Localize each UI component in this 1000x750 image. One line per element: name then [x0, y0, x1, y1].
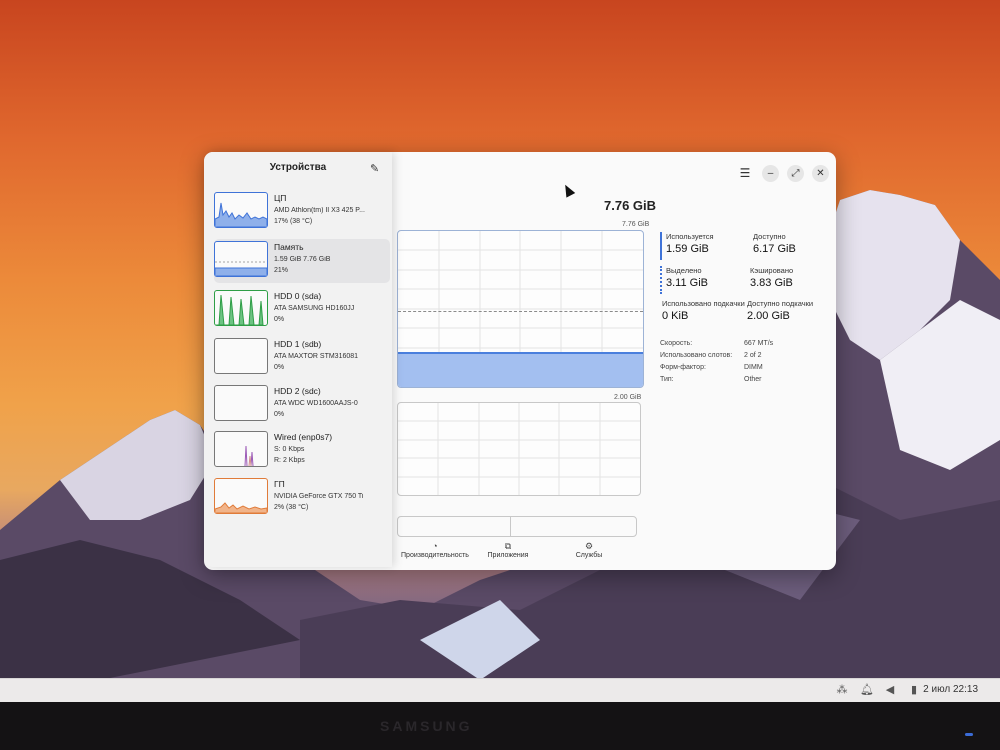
memory-sparkline [214, 241, 268, 277]
sidebar-item-gpu[interactable]: ГП NVIDIA GeForce GTX 750 Ti 2% (38 °C) [214, 476, 390, 520]
sidebar-item-hdd2[interactable]: HDD 2 (sdc) ATA WDC WD1600AAJS-0 0% [214, 383, 390, 427]
allocated-value: 3.11 GiB [666, 277, 708, 289]
devices-sidebar: Устройства ✎ ЦП AMD Athlon(tm) II X3 425… [204, 152, 392, 567]
swap-graph-grid [398, 403, 640, 495]
pencil-icon[interactable]: ✎ [370, 162, 379, 175]
memory-name: Память [274, 242, 304, 252]
slots-key: Использовано слотов: [660, 352, 733, 359]
cpu-sparkline [214, 192, 268, 228]
available-label: Доступно [753, 232, 786, 241]
available-value: 6.17 GiB [753, 243, 796, 255]
gpu-usage: 2% (38 °C) [274, 504, 309, 511]
memory-usage: 21% [274, 267, 289, 274]
swap-available-value: 2.00 GiB [747, 310, 790, 322]
gauge-icon: ◔ [432, 541, 438, 551]
form-factor-value: DIMM [744, 364, 763, 371]
memory-sparkline-graph [215, 261, 267, 276]
tab-services-label: Службы [575, 552, 603, 559]
hdd1-name: HDD 1 (sdb) [274, 339, 322, 349]
sidebar-item-memory[interactable]: Память 1.59 GiB 7.76 GiB 21% [214, 239, 390, 283]
type-value: Other [744, 376, 762, 383]
taskbar: ⁂ 🔔︎ ◀ ▮ 2 июл 22:13 [0, 678, 1000, 703]
sidebar-item-network[interactable]: Wired (enp0s7) S: 0 Kbps R: 2 Kbps [214, 429, 390, 473]
maximize-icon[interactable]: ⤢ [787, 165, 804, 182]
hdd0-usage: 0% [274, 316, 285, 323]
hdd0-name: HDD 0 (sda) [274, 291, 322, 301]
hdd0-sparkline-graph [215, 294, 264, 325]
allocated-accent-bar [660, 266, 662, 294]
swap-graph-max-label: 2.00 GiB [614, 394, 642, 401]
taskbar-clock[interactable]: 2 июл 22:13 [923, 684, 978, 695]
minimize-icon[interactable]: – [762, 165, 779, 182]
network-sparkline-graph [244, 445, 254, 466]
allocated-label: Выделено [666, 266, 702, 275]
swap-usage-graph [397, 402, 641, 496]
network-send: S: 0 Kbps [274, 446, 305, 453]
hamburger-icon[interactable]: ☰ [738, 165, 752, 182]
monitor-bottom-bezel [0, 702, 1000, 750]
tab-applications-label: Приложения [487, 552, 529, 559]
monitor-brand-label: SAMSUNG [380, 718, 473, 734]
hdd0-sparkline [214, 290, 268, 326]
hdd2-sparkline [214, 385, 268, 421]
speed-key: Скорость: [660, 340, 693, 347]
tab-applications[interactable]: ⧉ Приложения [473, 540, 543, 559]
swap-used-label: Использовано подкачки [662, 299, 745, 308]
gpu-sparkline [214, 478, 268, 514]
battery-icon[interactable]: ▮ [908, 684, 920, 696]
slot-divider [510, 517, 511, 536]
memory-slots-bar [397, 516, 637, 537]
sidebar-item-cpu[interactable]: ЦП AMD Athlon(tm) II X3 425 P... 17% (38… [214, 190, 390, 234]
view-switcher: ◔ Производительность ⧉ Приложения ⚙ Служ… [400, 540, 630, 568]
sidebar-item-hdd1[interactable]: HDD 1 (sdb) ATA MAXTOR STM316081 0% [214, 336, 390, 380]
volume-icon[interactable]: ◀ [884, 684, 896, 696]
hdd1-model: ATA MAXTOR STM316081 [274, 353, 359, 360]
cpu-sparkline-graph [215, 202, 267, 227]
used-memory-fill [398, 352, 643, 387]
tab-services[interactable]: ⚙ Службы [554, 540, 624, 559]
gpu-name: ГП [274, 479, 285, 489]
form-factor-key: Форм-фактор: [660, 364, 706, 371]
slots-value: 2 of 2 [744, 352, 762, 359]
memory-amount: 1.59 GiB 7.76 GiB [274, 256, 331, 263]
type-key: Тип: [660, 376, 674, 383]
memory-usage-graph [397, 230, 644, 388]
hdd1-usage: 0% [274, 364, 285, 371]
network-icon[interactable]: ⁂ [836, 684, 848, 696]
gpu-sparkline-graph [215, 502, 267, 513]
used-value: 1.59 GiB [666, 243, 709, 255]
cached-value: 3.83 GiB [750, 277, 793, 289]
cpu-name: ЦП [274, 193, 287, 203]
power-led [965, 733, 973, 736]
network-receive: R: 2 Kbps [274, 457, 305, 464]
network-sparkline [214, 431, 268, 467]
tab-performance-label: Производительность [401, 552, 469, 559]
swap-used-value: 0 KiB [662, 310, 689, 322]
notification-bell-icon[interactable]: 🔔︎ [860, 684, 874, 696]
used-accent-bar [660, 232, 662, 260]
speed-value: 667 MT/s [744, 340, 774, 347]
hdd0-model: ATA SAMSUNG HD160JJ [274, 305, 355, 312]
hdd2-model: ATA WDC WD1600AAJS-0 [274, 400, 358, 407]
cpu-usage: 17% (38 °C) [274, 218, 313, 225]
memory-total-title: 7.76 GiB [604, 198, 657, 213]
hdd2-usage: 0% [274, 411, 285, 418]
gears-icon: ⚙ [584, 541, 594, 551]
hdd1-sparkline [214, 338, 268, 374]
cached-label: Кэшировано [750, 266, 794, 275]
network-name: Wired (enp0s7) [274, 432, 333, 442]
sidebar-item-hdd0[interactable]: HDD 0 (sda) ATA SAMSUNG HD160JJ 0% [214, 288, 390, 332]
sidebar-title: Устройства [269, 162, 327, 173]
close-icon[interactable]: ✕ [812, 165, 829, 182]
gpu-model: NVIDIA GeForce GTX 750 Ti [274, 493, 364, 500]
cached-memory-line [398, 311, 643, 312]
hdd2-name: HDD 2 (sdc) [274, 386, 321, 396]
tab-performance[interactable]: ◔ Производительность [400, 540, 470, 559]
cpu-model: AMD Athlon(tm) II X3 425 P... [274, 207, 365, 214]
memory-graph-max-label: 7.76 GiB [622, 221, 650, 228]
swap-available-label: Доступно подкачки [747, 299, 814, 308]
apps-icon: ⧉ [504, 541, 512, 551]
used-label: Используется [666, 232, 714, 241]
